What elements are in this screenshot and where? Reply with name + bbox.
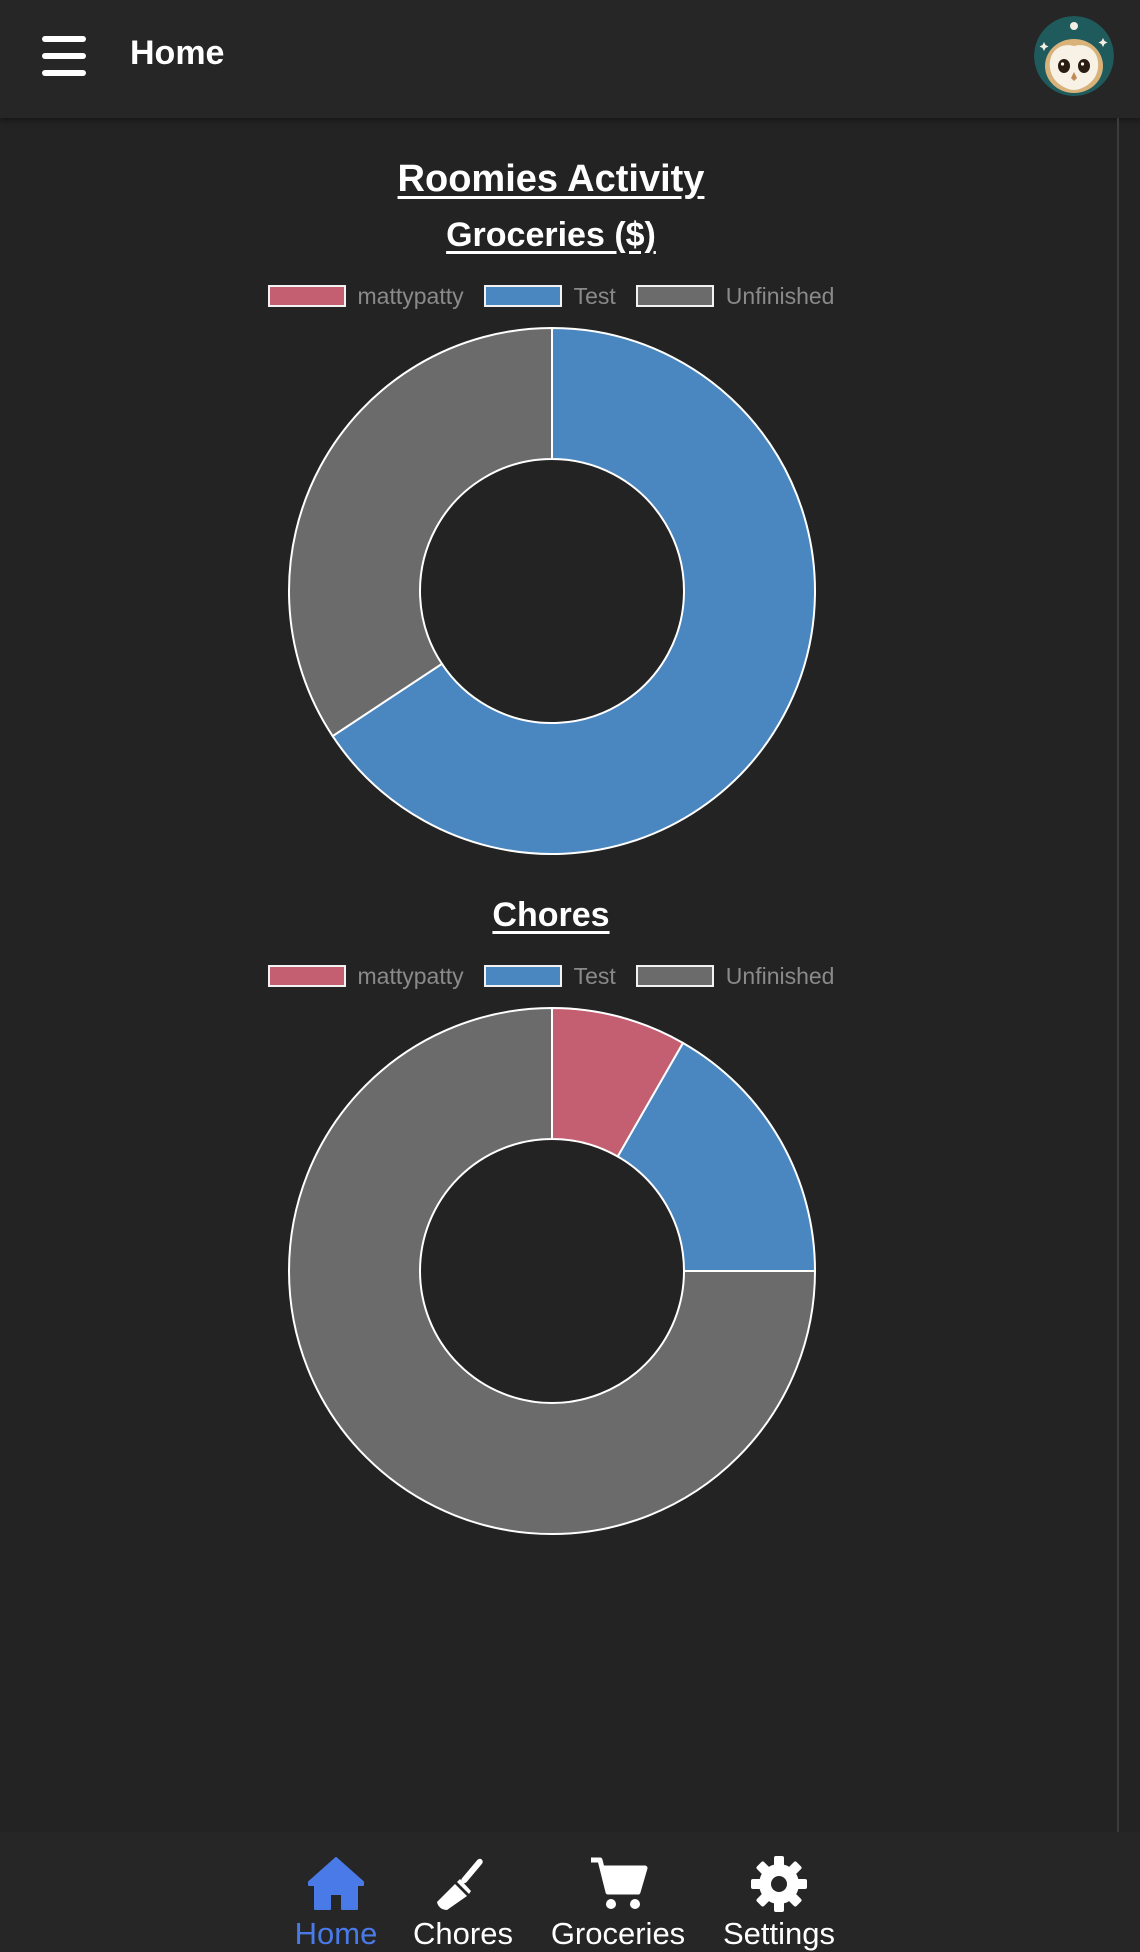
nav-label: Settings bbox=[722, 1916, 835, 1951]
nav-label: Home bbox=[294, 1916, 378, 1951]
legend-item-mattypatty[interactable]: mattypatty bbox=[267, 282, 464, 310]
legend-swatch bbox=[267, 285, 346, 307]
page-heading: Roomies Activity bbox=[397, 158, 705, 200]
nav-label: Groceries bbox=[550, 1916, 686, 1951]
legend-label: Unfinished bbox=[725, 282, 835, 309]
cart-icon bbox=[591, 1857, 648, 1909]
owl-avatar-icon[interactable] bbox=[1034, 16, 1114, 96]
chores-donut-chart bbox=[288, 1006, 817, 1535]
legend-item-test[interactable]: Test bbox=[483, 962, 616, 990]
menu-icon[interactable] bbox=[42, 34, 90, 78]
legend-item-mattypatty[interactable]: mattypatty bbox=[267, 962, 464, 990]
nav-item-settings[interactable]: Settings bbox=[709, 1832, 849, 1952]
legend-label: Test bbox=[573, 282, 616, 309]
legend-swatch bbox=[483, 285, 562, 307]
legend-item-unfinished[interactable]: Unfinished bbox=[635, 282, 835, 310]
legend-label: Unfinished bbox=[725, 962, 835, 989]
legend-swatch bbox=[635, 285, 714, 307]
legend-swatch bbox=[267, 965, 346, 987]
nav-label: Chores bbox=[413, 1916, 513, 1951]
home-icon bbox=[308, 1857, 364, 1910]
legend-swatch bbox=[635, 965, 714, 987]
legend-label: mattypatty bbox=[357, 282, 464, 309]
legend-label: mattypatty bbox=[357, 962, 464, 989]
legend-swatch bbox=[483, 965, 562, 987]
groceries-donut-chart bbox=[288, 326, 816, 855]
donut-slice-unfinished[interactable] bbox=[288, 326, 553, 738]
chores-legend: mattypatty Test Unfinished bbox=[0, 961, 1102, 991]
legend-item-unfinished[interactable]: Unfinished bbox=[635, 962, 835, 990]
legend-item-test[interactable]: Test bbox=[483, 282, 616, 310]
legend-label: Test bbox=[573, 962, 616, 989]
broom-icon bbox=[437, 1858, 483, 1910]
nav-item-chores[interactable]: Chores bbox=[403, 1832, 523, 1952]
nav-item-home[interactable]: Home bbox=[276, 1832, 396, 1952]
groceries-legend: mattypatty Test Unfinished bbox=[0, 281, 1102, 311]
top-app-bar: Home bbox=[0, 0, 1140, 118]
chores-chart-title: Chores bbox=[492, 896, 610, 934]
bottom-nav: Home Chores Groceries Settings bbox=[0, 1832, 1140, 1952]
page-title: Home bbox=[130, 34, 225, 72]
gear-icon bbox=[751, 1856, 807, 1912]
nav-item-groceries[interactable]: Groceries bbox=[543, 1832, 693, 1952]
scroll-divider bbox=[1117, 118, 1119, 1832]
groceries-chart-title: Groceries ($) bbox=[446, 216, 656, 254]
